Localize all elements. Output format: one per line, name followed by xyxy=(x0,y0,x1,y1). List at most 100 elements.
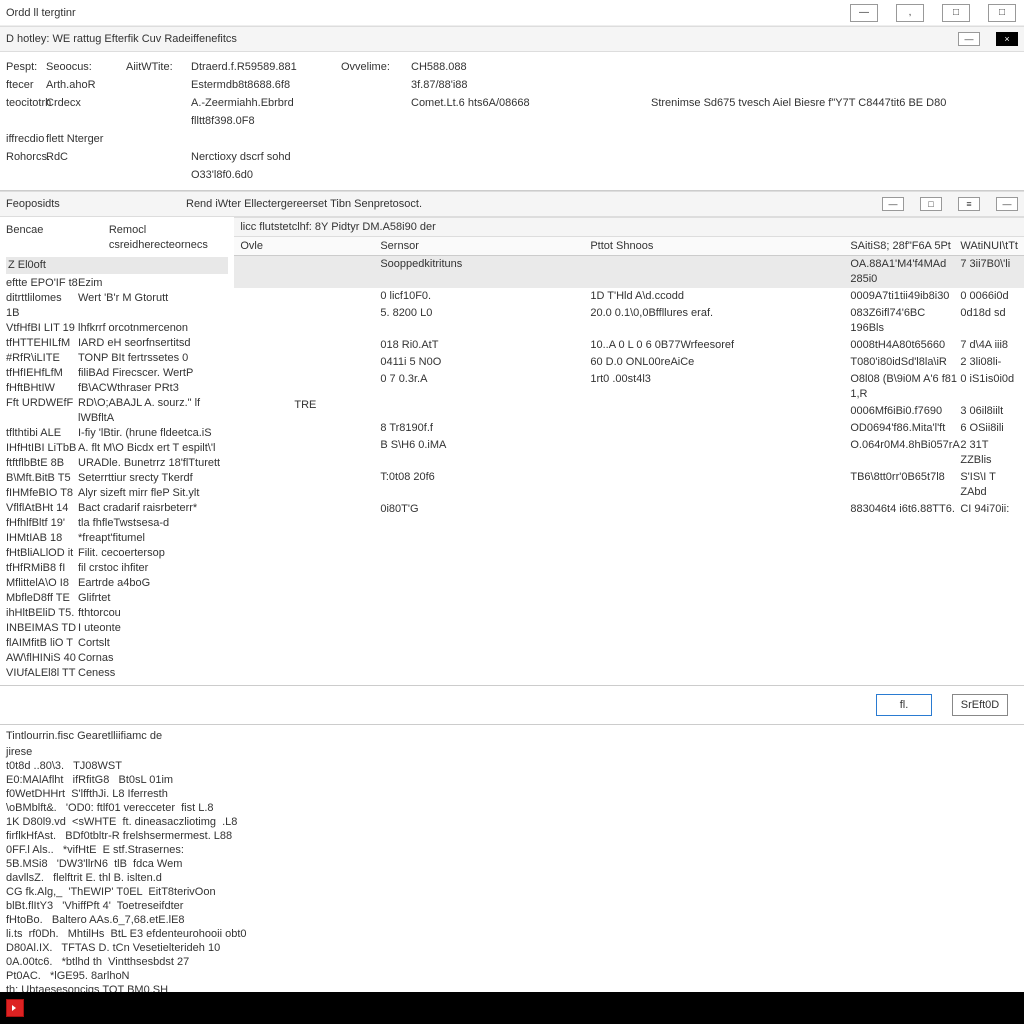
cell: 7 d\4A iii8 xyxy=(960,338,1018,353)
table-row[interactable]: SooppedkitritunsOA.88A1'M4'f4MAd 285i07 … xyxy=(234,256,1024,288)
maximize-button[interactable]: □ xyxy=(942,4,970,22)
list-item[interactable]: fIHMfeBIO T8Alyr sizeft mirr fleP Sit.yl… xyxy=(6,486,228,501)
inner-minimize-button[interactable]: — xyxy=(958,32,980,46)
list-item-label: TONP BIt fertrssetes 0 xyxy=(78,351,228,366)
log-line: 1K D80l9.vd <sWHTE ft. dineasaczliotimg … xyxy=(6,815,1018,829)
list-item[interactable]: ihHltBEliD T5.fthtorcou xyxy=(6,606,228,621)
table-row[interactable]: T:0t08 20f6TB6\8tt0rr'0B65t7l8S'IS\I T Z… xyxy=(234,469,1024,501)
cell xyxy=(240,470,380,500)
list-item[interactable]: eftte EPO'IF t8Ezim xyxy=(6,276,228,291)
mid-dash1-button[interactable]: — xyxy=(882,197,904,211)
main-column: licc flutstetclhf: 8Y Pidtyr DM.A58i90 d… xyxy=(234,217,1024,685)
log-line: E0:MAlAflht ifRfitG8 Bt0sL 01im xyxy=(6,773,1018,787)
minimize-button[interactable]: — xyxy=(850,4,878,22)
table-row[interactable]: 0i80T'G883046t4 i6t6.88TT6.CI 94i70ii: xyxy=(234,501,1024,518)
th-col1[interactable]: Ovle xyxy=(240,240,380,252)
list-item-code: eftte EPO'IF t8 xyxy=(6,276,78,291)
list-item-label: *freapt'fitumel xyxy=(78,531,228,546)
side-selected-item[interactable]: Z El0oft xyxy=(6,257,228,274)
info-label: ftecer xyxy=(6,76,46,94)
list-item[interactable]: #RfR\iLITETONP BIt fertrssetes 0 xyxy=(6,351,228,366)
list-item-code: VIUfALEl8l TT xyxy=(6,666,78,681)
cell xyxy=(380,404,590,419)
list-item[interactable]: AW\flHINiS 40Cornas xyxy=(6,651,228,666)
cell xyxy=(590,404,850,419)
cell xyxy=(240,355,380,370)
list-item[interactable]: ftftflbBtE 8BURADle. Bunetrrz 18'flTture… xyxy=(6,456,228,471)
close-button[interactable]: □ xyxy=(988,4,1016,22)
table-row[interactable]: 5. 8200 L020.0 0.1\0,0Bffllures eraf.083… xyxy=(234,305,1024,337)
list-item[interactable]: fHtBliALlOD itFilit. cecoertersop xyxy=(6,546,228,561)
cell: T:0t08 20f6 xyxy=(380,470,590,500)
list-item-code: ftftflbBtE 8B xyxy=(6,456,78,471)
list-item[interactable]: fHfhlfBltf 19'tla fhfleTwstsesa-d xyxy=(6,516,228,531)
mid-box-button[interactable]: □ xyxy=(920,197,942,211)
comma-button[interactable]: , xyxy=(896,4,924,22)
info-label: teocitotrh xyxy=(6,94,46,130)
mid-menu-button[interactable]: ≡ xyxy=(958,197,980,211)
mid-controls: — □ ≡ — xyxy=(882,197,1018,211)
table-row[interactable]: 8 Tr8190f.fOD0694'f86.Mita'l'ft6 OSii8il… xyxy=(234,420,1024,437)
log-line: CG fk.Alg,_ 'ThEWIP' T0EL EitT8terivOon xyxy=(6,885,1018,899)
info-grid: Pespt:Seoocus:AiitWTite:Dtraerd.f.R59589… xyxy=(0,52,1024,191)
th-col5[interactable]: WAtiNUI\tTt xyxy=(960,240,1018,252)
cell: O.064r0M4.8hBi057rA xyxy=(850,438,960,468)
taskbar-app-icon[interactable] xyxy=(6,999,24,1017)
info-row: Pespt:Seoocus:AiitWTite:Dtraerd.f.R59589… xyxy=(6,58,1018,76)
list-item-label: Glifrtet xyxy=(78,591,228,606)
th-col4[interactable]: SAitiS8; 28f"F6A 5Pt xyxy=(850,240,960,252)
table-row[interactable]: 0006Mf6iBi0.f76903 06il8iilt xyxy=(234,403,1024,420)
table-row[interactable]: 0411i 5 N0O60 D.0 ONL00reAiCeT080'i80idS… xyxy=(234,354,1024,371)
list-item-code: Fft URDWEfF xyxy=(6,396,78,426)
th-col2[interactable]: Sernsor xyxy=(380,240,590,252)
list-item[interactable]: fHftBHtIWfB\ACWthraser PRt3 xyxy=(6,381,228,396)
list-item[interactable]: B\Mft.BitB T5Seterrttiur srecty Tkerdf xyxy=(6,471,228,486)
info-value: Nerctioxy dscrf sohd O33'l8f0.6d0 xyxy=(191,148,341,184)
list-item[interactable]: tfHfRMiB8 fIfil crstoc ihfiter xyxy=(6,561,228,576)
info-label: AiitWTite: xyxy=(126,58,191,76)
list-item-code: MflittelA\O I8 xyxy=(6,576,78,591)
table-row[interactable]: 018 Ri0.AtT10..A 0 L 0 6 0B77Wrfeesoref0… xyxy=(234,337,1024,354)
list-item[interactable]: VIUfALEl8l TTCeness xyxy=(6,666,228,681)
table-row[interactable]: 0 7 0.3r.A1rt0 .00st4l3O8l08 (B\9i0M A'6… xyxy=(234,371,1024,403)
list-item[interactable]: tflthtibi ALEI-fiy 'lBtir. (hrune fldeet… xyxy=(6,426,228,441)
cell xyxy=(240,421,380,436)
list-item[interactable]: tfHTTEHILfMIARD eH seorfnsertitsd xyxy=(6,336,228,351)
info-value: RdC xyxy=(46,148,126,184)
list-item[interactable]: VflflAtBHt 14Bact cradarif raisrbeterr* xyxy=(6,501,228,516)
list-item[interactable]: VtfHfBI LIT 19lhfkrrf orcotnmercenon xyxy=(6,321,228,336)
table-row[interactable]: 0 licf10F0.1D T'Hld A\d.ccodd0009A7ti1ti… xyxy=(234,288,1024,305)
info-label xyxy=(341,148,411,184)
list-item[interactable]: tfHfIEHfLfMfiliBAd Firecscer. WertP xyxy=(6,366,228,381)
list-item[interactable]: IHfHtIBI LiTbBA. flt M\O Bicdx ert T esp… xyxy=(6,441,228,456)
cancel-button[interactable]: SrEft0D xyxy=(952,694,1008,716)
info-value: Comet.Lt.6 hts6A/08668 xyxy=(411,94,551,130)
list-item[interactable]: ditrttlilomes 1BWert 'B'r M Gtorutt xyxy=(6,291,228,321)
list-item[interactable]: Fft URDWEfFRD\O;ABAJL A. sourz." lf lWBf… xyxy=(6,396,228,426)
info-value: flett Nterger xyxy=(46,130,126,148)
ok-button[interactable]: fl. xyxy=(876,694,932,716)
list-item[interactable]: IHMtIAB 18*freapt'fitumel xyxy=(6,531,228,546)
mid-dash2-button[interactable]: — xyxy=(996,197,1018,211)
list-item-label: Wert 'B'r M Gtorutt xyxy=(78,291,228,321)
info-value xyxy=(411,130,551,148)
info-value: 3f.87/88'i88 xyxy=(411,76,551,94)
info-value: Dtraerd.f.R59589.881 xyxy=(191,58,341,76)
list-item-label: fthtorcou xyxy=(78,606,228,621)
log-sub: jirese xyxy=(6,745,1018,759)
info-label: Ovvelime: xyxy=(341,58,411,76)
list-item[interactable]: MbfleD8ff TEGlifrtet xyxy=(6,591,228,606)
cell: 3 06il8iilt xyxy=(960,404,1018,419)
table-row[interactable]: B S\H6 0.iMAO.064r0M4.8hBi057rA2 31T ZZB… xyxy=(234,437,1024,469)
cell: OD0694'f86.Mita'l'ft xyxy=(850,421,960,436)
inner-close-button[interactable]: × xyxy=(996,32,1018,46)
list-item[interactable]: INBEIMAS TDI uteonte xyxy=(6,621,228,636)
th-col3[interactable]: Pttot Shnoos xyxy=(590,240,850,252)
window-title: Ordd ll tergtinr xyxy=(4,7,850,19)
side-sub-label: Bencae xyxy=(6,221,109,255)
list-item[interactable]: flAIMfitB liO TCortslt xyxy=(6,636,228,651)
list-item[interactable]: MflittelA\O I8Eartrde a4boG xyxy=(6,576,228,591)
cell: 6 OSii8ili xyxy=(960,421,1018,436)
cell xyxy=(240,502,380,517)
log-header: Tintlourrin.fisc Gearetlliifiamc de xyxy=(6,729,1018,743)
